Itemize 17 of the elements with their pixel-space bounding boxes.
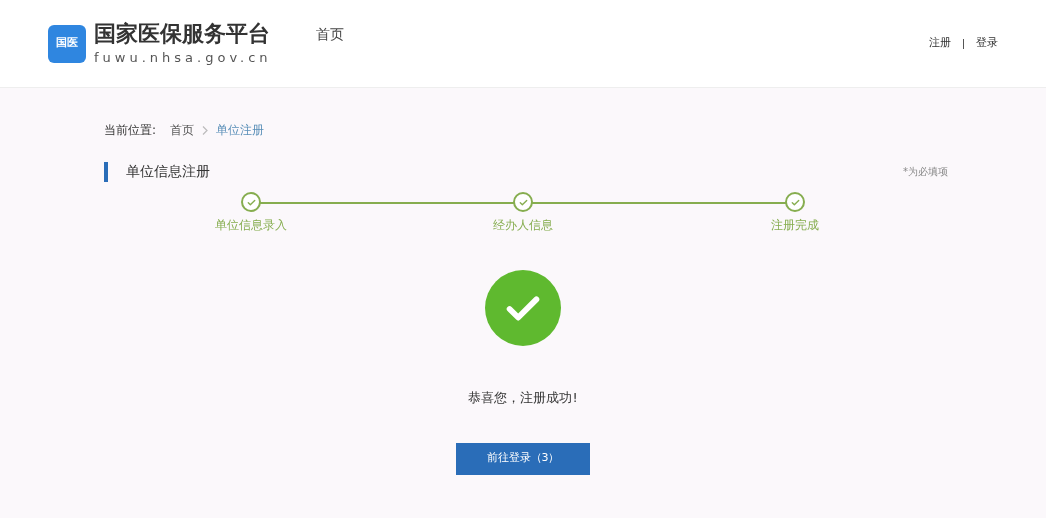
section-title: 单位信息注册 — [126, 162, 210, 181]
login-button[interactable]: 前往登录（3） — [456, 442, 590, 475]
site-title: 国家医保服务平台 — [94, 20, 271, 48]
logo-icon: 国医 — [48, 24, 86, 63]
step-label: 注册完成 — [771, 217, 819, 234]
header-link[interactable]: 注册 — [929, 35, 951, 52]
site-url: fuwu.nhsa.gov.cn — [94, 48, 272, 67]
step-label: 单位信息录入 — [215, 217, 287, 234]
chevron-icon — [202, 125, 209, 135]
header-link[interactable]: 登录 — [976, 35, 998, 52]
breadcrumb-link[interactable]: 单位注册 — [216, 121, 265, 139]
nav-link[interactable]: 首页 — [315, 24, 344, 45]
step-label: 经办人信息 — [493, 217, 553, 234]
success-message: 恭喜您，注册成功! — [468, 389, 578, 407]
required-note: *为必填项 — [903, 165, 948, 179]
breadcrumb-label: 当前位置: — [104, 122, 157, 139]
breadcrumb-link[interactable]: 首页 — [170, 121, 195, 139]
